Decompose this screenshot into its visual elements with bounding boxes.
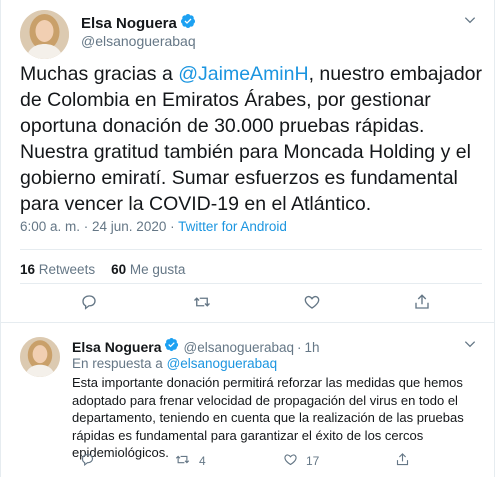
share-icon xyxy=(413,293,431,314)
retweet-button[interactable] xyxy=(192,293,212,314)
retweets-stat[interactable]: 16 Retweets xyxy=(20,262,95,277)
tweet-thread: Elsa Noguera @elsanoguerabaq Muchas grac… xyxy=(0,0,495,477)
meta-separator: · xyxy=(170,219,175,234)
retweets-label: Retweets xyxy=(38,262,96,277)
chevron-down-icon[interactable] xyxy=(463,13,477,32)
tweet-text-start: Muchas gracias a xyxy=(20,63,179,85)
retweet-icon xyxy=(192,293,212,314)
tweet-timestamp[interactable]: 6:00 a. m. · 24 jun. 2020 xyxy=(20,219,166,234)
reply-time[interactable]: 1h xyxy=(305,340,320,355)
reply-author-avatar[interactable] xyxy=(20,337,60,377)
likes-stat[interactable]: 60 Me gusta xyxy=(111,262,185,277)
mention-link[interactable]: @JaimeAminH xyxy=(178,63,308,85)
reply-button[interactable] xyxy=(80,452,95,470)
tweet-text: Muchas gracias a @JaimeAminH, nuestro em… xyxy=(20,61,486,217)
likes-count: 60 xyxy=(111,262,127,277)
tweet-stats: 16 Retweets 60 Me gusta xyxy=(20,262,185,277)
likes-label: Me gusta xyxy=(129,262,186,277)
author-name[interactable]: Elsa Noguera xyxy=(81,15,177,32)
tweet-meta: 6:00 a. m. · 24 jun. 2020 · Twitter for … xyxy=(20,219,287,234)
retweet-icon xyxy=(174,452,191,470)
reply-text: Esta importante donación permitirá refor… xyxy=(72,375,464,460)
heart-icon xyxy=(283,452,298,470)
divider xyxy=(20,283,482,284)
share-button[interactable] xyxy=(395,452,410,470)
tweet-actions xyxy=(1,293,495,317)
like-button[interactable]: 17 xyxy=(283,452,319,470)
reply-time-separator: · xyxy=(297,339,302,355)
verified-badge-icon xyxy=(180,13,196,34)
reply-icon xyxy=(80,293,98,314)
author-name-row[interactable]: Elsa Noguera xyxy=(81,13,196,34)
retweets-count: 16 xyxy=(20,262,36,277)
verified-badge-icon xyxy=(164,337,179,357)
reply-to-link[interactable]: @elsanoguerabaq xyxy=(167,356,278,371)
retweet-count: 4 xyxy=(199,454,206,468)
like-button[interactable] xyxy=(303,293,321,314)
tweet-text-rest: , nuestro embajador de Colombia en Emira… xyxy=(20,63,483,215)
chevron-down-icon[interactable] xyxy=(463,337,477,356)
share-icon xyxy=(395,452,410,470)
reply-header: Elsa Noguera @elsanoguerabaq · 1h xyxy=(72,337,320,357)
retweet-button[interactable]: 4 xyxy=(174,452,206,470)
author-handle[interactable]: @elsanoguerabaq xyxy=(81,33,196,49)
reply-author-handle[interactable]: @elsanoguerabaq xyxy=(183,340,294,355)
heart-icon xyxy=(303,293,321,314)
reply-icon xyxy=(80,452,95,470)
reply-prefix: En respuesta a xyxy=(72,356,163,371)
tweet-source[interactable]: Twitter for Android xyxy=(178,219,287,234)
divider xyxy=(20,249,482,250)
reply-author-name[interactable]: Elsa Noguera xyxy=(72,339,161,355)
share-button[interactable] xyxy=(413,293,431,314)
reply-context: En respuesta a @elsanoguerabaq xyxy=(72,356,277,371)
author-avatar[interactable] xyxy=(20,10,69,59)
divider xyxy=(1,322,495,323)
reply-button[interactable] xyxy=(80,293,98,314)
like-count: 17 xyxy=(306,454,320,468)
